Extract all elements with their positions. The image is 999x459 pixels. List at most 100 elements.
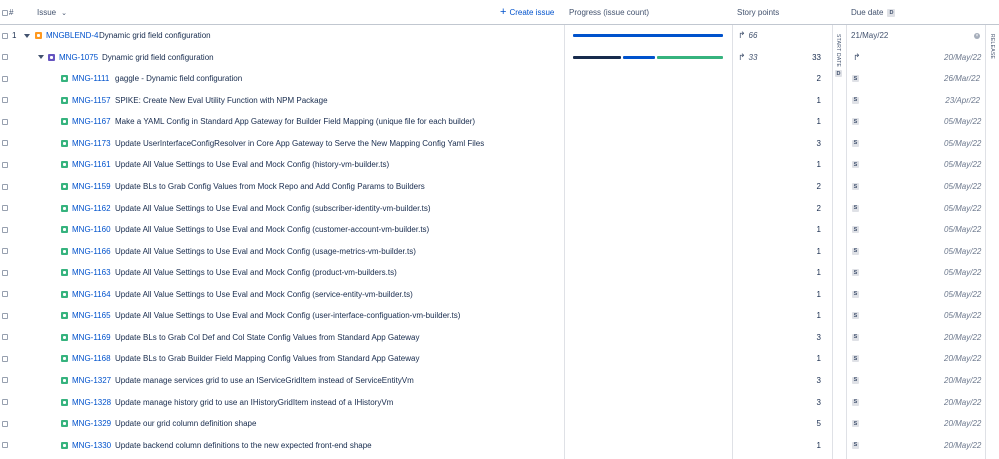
row-checkbox[interactable]: [2, 118, 8, 125]
due-date-value[interactable]: 05/May/22: [944, 160, 981, 169]
row-checkbox[interactable]: [2, 205, 8, 212]
story-points-value[interactable]: 5: [807, 419, 821, 428]
table-row[interactable]: MNG-1330 Update backend column definition…: [0, 434, 999, 456]
issue-summary[interactable]: Update All Value Settings to Use Eval an…: [115, 284, 413, 306]
due-date-value[interactable]: 05/May/22: [944, 182, 981, 191]
story-points-value[interactable]: 3: [807, 139, 821, 148]
issue-summary[interactable]: Update BLs to Grab Col Def and Col State…: [115, 327, 419, 349]
row-checkbox[interactable]: [2, 54, 8, 61]
issue-summary[interactable]: Update our grid column definition shape: [115, 413, 256, 435]
issue-key-link[interactable]: MNG-1164: [72, 284, 111, 306]
due-date-value[interactable]: 20/May/22: [944, 376, 981, 385]
due-date-value[interactable]: 20/May/22: [944, 441, 981, 450]
issue-key-link[interactable]: MNG-1328: [72, 391, 111, 413]
issue-key-link[interactable]: MNG-1075: [59, 47, 98, 69]
expand-chevron-icon[interactable]: [24, 33, 30, 38]
row-checkbox[interactable]: [2, 248, 8, 255]
table-row[interactable]: MNG-1167 Make a YAML Config in Standard A…: [0, 111, 999, 133]
story-points-value[interactable]: 1: [807, 354, 821, 363]
issue-summary[interactable]: SPIKE: Create New Eval Utility Function …: [115, 90, 328, 112]
due-date-value[interactable]: 05/May/22: [944, 204, 981, 213]
table-row[interactable]: MNG-1160 Update All Value Settings to Use…: [0, 219, 999, 241]
due-date-value[interactable]: 20/May/22: [944, 354, 981, 363]
issue-key-link[interactable]: MNG-1159: [72, 176, 111, 198]
due-date-value[interactable]: 20/May/22: [944, 419, 981, 428]
issue-summary[interactable]: Make a YAML Config in Standard App Gatew…: [115, 111, 475, 133]
issue-key-link[interactable]: MNG-1111: [72, 68, 109, 90]
issue-key-link[interactable]: MNG-1163: [72, 262, 111, 284]
story-points-value[interactable]: 1: [807, 247, 821, 256]
due-date-value[interactable]: 05/May/22: [944, 268, 981, 277]
story-points-value[interactable]: 3: [807, 398, 821, 407]
row-checkbox[interactable]: [2, 334, 8, 341]
due-date-value[interactable]: 05/May/22: [944, 247, 981, 256]
row-checkbox[interactable]: [2, 75, 8, 82]
story-points-value[interactable]: 1: [807, 441, 821, 450]
row-checkbox[interactable]: [2, 32, 8, 39]
row-checkbox[interactable]: [2, 161, 8, 168]
chevron-down-icon[interactable]: ⌄: [61, 9, 67, 17]
story-points-value[interactable]: 1: [807, 290, 821, 299]
issue-key-link[interactable]: MNG-1167: [72, 111, 111, 133]
due-date-value[interactable]: 05/May/22: [944, 139, 981, 148]
story-points-value[interactable]: 1: [807, 96, 821, 105]
issue-key-link[interactable]: MNG-1168: [72, 348, 111, 370]
due-date-column-header[interactable]: Due date D: [851, 0, 896, 25]
due-date-value[interactable]: 20/May/22: [944, 333, 981, 342]
row-checkbox[interactable]: [2, 183, 8, 190]
story-points-value[interactable]: 1: [807, 160, 821, 169]
issue-summary[interactable]: Update UserInterfaceConfigResolver in Co…: [115, 133, 484, 155]
story-points-value[interactable]: 2: [807, 182, 821, 191]
story-points-value[interactable]: 3: [807, 333, 821, 342]
row-checkbox[interactable]: [2, 97, 8, 104]
issue-summary[interactable]: Update All Value Settings to Use Eval an…: [115, 305, 460, 327]
row-checkbox[interactable]: [2, 399, 8, 405]
table-row[interactable]: MNG-1164 Update All Value Settings to Use…: [0, 284, 999, 306]
issue-summary[interactable]: Update All Value Settings to Use Eval an…: [115, 240, 416, 262]
issue-summary[interactable]: Update manage services grid to use an IS…: [115, 370, 414, 392]
due-date-value[interactable]: 26/Mar/22: [944, 74, 980, 83]
table-row[interactable]: MNG-1329 Update our grid column definitio…: [0, 413, 999, 435]
progress-column-header[interactable]: Progress (issue count): [569, 0, 649, 25]
issue-key-link[interactable]: MNG-1327: [72, 370, 111, 392]
issue-key-link[interactable]: MNG-1165: [72, 305, 111, 327]
table-row[interactable]: MNG-1169 Update BLs to Grab Col Def and C…: [0, 327, 999, 349]
story-points-value[interactable]: 33: [807, 53, 821, 62]
due-date-value[interactable]: 20/May/22: [944, 53, 981, 62]
issue-key-link[interactable]: MNG-1329: [72, 413, 111, 435]
table-row[interactable]: MNG-1161 Update All Value Settings to Use…: [0, 154, 999, 176]
due-date-value[interactable]: 05/May/22: [944, 311, 981, 320]
table-row[interactable]: MNG-1162 Update All Value Settings to Use…: [0, 197, 999, 219]
row-checkbox[interactable]: [2, 355, 8, 362]
story-points-value[interactable]: 1: [807, 268, 821, 277]
story-points-value[interactable]: 2: [807, 204, 821, 213]
table-row[interactable]: MNG-1327 Update manage services grid to u…: [0, 370, 999, 392]
issue-summary[interactable]: Dynamic grid field configuration: [99, 25, 211, 47]
table-row[interactable]: MNG-1163 Update All Value Settings to Use…: [0, 262, 999, 284]
due-date-value[interactable]: 05/May/22: [944, 225, 981, 234]
table-row[interactable]: MNG-1166 Update All Value Settings to Use…: [0, 240, 999, 262]
issue-summary[interactable]: gaggle - Dynamic field configuration: [115, 68, 242, 90]
row-checkbox[interactable]: [2, 226, 8, 233]
issue-summary[interactable]: Update All Value Settings to Use Eval an…: [115, 154, 389, 176]
table-row-parent[interactable]: MNG-1075 Dynamic grid field configuratio…: [0, 47, 999, 69]
issue-summary[interactable]: Update All Value Settings to Use Eval an…: [115, 197, 431, 219]
issue-summary[interactable]: Update BLs to Grab Config Values from Mo…: [115, 176, 425, 198]
issue-summary[interactable]: Update backend column definitions to the…: [115, 434, 372, 456]
table-row-epic[interactable]: 1 MNGBLEND-4 Dynamic grid field configur…: [0, 25, 999, 47]
issue-summary[interactable]: Update All Value Settings to Use Eval an…: [115, 219, 429, 241]
row-checkbox[interactable]: [2, 420, 8, 427]
table-row[interactable]: MNG-1173 Update UserInterfaceConfigResolv…: [0, 133, 999, 155]
create-issue-button[interactable]: + Create issue: [500, 0, 554, 25]
expand-chevron-icon[interactable]: [38, 55, 44, 60]
story-points-value[interactable]: 1: [807, 225, 821, 234]
issue-summary[interactable]: Dynamic grid field configuration: [102, 47, 214, 69]
issue-summary[interactable]: Update BLs to Grab Builder Field Mapping…: [115, 348, 419, 370]
table-row[interactable]: MNG-1111 gaggle - Dynamic field configura…: [0, 68, 999, 90]
due-date-value[interactable]: 05/May/22: [944, 290, 981, 299]
issue-summary[interactable]: Update All Value Settings to Use Eval an…: [115, 262, 397, 284]
table-row[interactable]: MNG-1168 Update BLs to Grab Builder Field…: [0, 348, 999, 370]
issue-key-link[interactable]: MNG-1160: [72, 219, 111, 241]
row-checkbox[interactable]: [2, 140, 8, 147]
story-points-column-header[interactable]: Story points: [737, 0, 779, 25]
